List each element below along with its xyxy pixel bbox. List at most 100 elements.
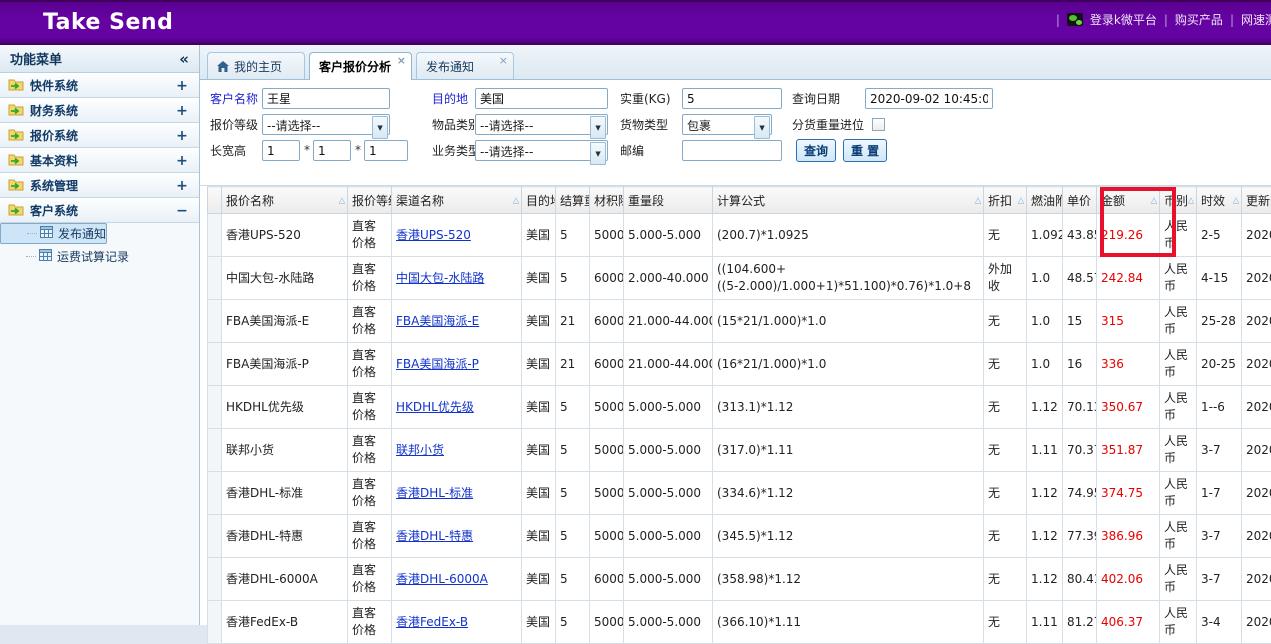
- weight-input[interactable]: [682, 88, 782, 109]
- query-date-input[interactable]: [865, 88, 993, 109]
- dest-cell: 美国: [522, 386, 556, 429]
- amount-cell: 242.84: [1097, 257, 1160, 300]
- zip-input[interactable]: [682, 140, 782, 161]
- buy-product-link[interactable]: 购买产品: [1175, 11, 1223, 28]
- sel-cell: [208, 472, 222, 515]
- aging-cell: 2-5: [1197, 214, 1242, 257]
- channel-link[interactable]: 香港DHL-特惠: [396, 529, 473, 543]
- quote-grade-select[interactable]: --请选择-- ▼: [262, 114, 390, 135]
- sidebar-section-label: 快件系统: [30, 77, 175, 94]
- height-input[interactable]: [364, 140, 408, 161]
- volume-cell: 6000: [590, 343, 624, 386]
- grade-cell: 直客价格: [348, 472, 392, 515]
- close-icon[interactable]: ×: [499, 56, 508, 66]
- formula-cell: (366.10)*1.11: [713, 601, 984, 644]
- expand-toggle-icon[interactable]: −: [175, 203, 189, 219]
- sort-icon[interactable]: △: [513, 196, 519, 205]
- channel-link[interactable]: 联邦小货: [396, 443, 444, 457]
- currency-cell: 人民币: [1160, 343, 1197, 386]
- sort-icon[interactable]: △: [339, 196, 345, 205]
- sidebar-section-5[interactable]: 客户系统−: [0, 198, 199, 223]
- sidebar-section-3[interactable]: 基本资料+: [0, 148, 199, 173]
- search-button[interactable]: 查询: [796, 139, 836, 162]
- dest-cell: 美国: [522, 601, 556, 644]
- channel-link[interactable]: 香港DHL-6000A: [396, 572, 488, 586]
- expand-toggle-icon[interactable]: +: [175, 103, 189, 119]
- fuel-cell: 1.0: [1027, 343, 1063, 386]
- col-header-discount[interactable]: 折扣△: [984, 187, 1027, 214]
- expand-toggle-icon[interactable]: +: [175, 128, 189, 144]
- item-type-select[interactable]: --请选择-- ▼: [475, 114, 608, 135]
- tab-my-home[interactable]: 我的主页: [207, 52, 305, 79]
- name-cell: 香港FedEx-B: [222, 601, 348, 644]
- amount-cell: 386.96: [1097, 515, 1160, 558]
- destination-input[interactable]: [475, 88, 608, 109]
- aging-cell: 20-25: [1197, 343, 1242, 386]
- sort-icon[interactable]: △: [975, 196, 981, 205]
- channel-link[interactable]: FBA美国海派-P: [396, 357, 479, 371]
- fuel-cell: 1.11: [1027, 429, 1063, 472]
- channel-link[interactable]: 香港DHL-标准: [396, 486, 473, 500]
- expand-toggle-icon[interactable]: +: [175, 153, 189, 169]
- sort-icon[interactable]: △: [1018, 196, 1024, 205]
- col-header-label: 重量段: [628, 194, 664, 208]
- speed-test-link[interactable]: 网速测试: [1241, 11, 1271, 28]
- col-header-range: 重量段: [624, 187, 713, 214]
- sidebar-header: 功能菜单 «: [0, 45, 199, 73]
- currency-cell: 人民币: [1160, 601, 1197, 644]
- business-type-select[interactable]: --请选择-- ▼: [475, 140, 608, 161]
- channel-link[interactable]: HKDHL优先级: [396, 400, 474, 414]
- sidebar-title: 功能菜单: [10, 49, 62, 68]
- expand-toggle-icon[interactable]: +: [175, 178, 189, 194]
- updated-cell: 2020: [1242, 601, 1271, 644]
- wechat-icon: [1067, 13, 1083, 26]
- tab-quote-analysis[interactable]: 客户报价分析 ×: [309, 52, 412, 80]
- chevron-down-icon[interactable]: ▼: [372, 116, 388, 139]
- col-header-label: 结算重量: [560, 194, 590, 208]
- grade-cell: 直客价格: [348, 214, 392, 257]
- col-header-channel[interactable]: 渠道名称△: [392, 187, 522, 214]
- sidebar-subitem-2[interactable]: 运费试算记录: [0, 245, 199, 267]
- table-row: HKDHL优先级直客价格HKDHL优先级美国550005.000-5.000(3…: [208, 386, 1271, 429]
- amount-cell: 350.67: [1097, 386, 1160, 429]
- login-kwei-link[interactable]: 登录k微平台: [1090, 11, 1157, 28]
- chevron-down-icon[interactable]: ▼: [590, 142, 606, 165]
- close-icon[interactable]: ×: [397, 56, 406, 66]
- chevron-down-icon[interactable]: ▼: [754, 116, 770, 139]
- col-header-name[interactable]: 报价名称△: [222, 187, 348, 214]
- settle-cell: 5: [556, 558, 590, 601]
- channel-link[interactable]: FBA美国海派-E: [396, 314, 479, 328]
- formula-cell: (200.7)*1.0925: [713, 214, 984, 257]
- sidebar-section-2[interactable]: 报价系统+: [0, 123, 199, 148]
- collapse-sidebar-icon[interactable]: «: [179, 50, 189, 68]
- sidebar-subitem-0[interactable]: 发布通知: [0, 223, 107, 244]
- grid-icon: [39, 249, 57, 264]
- customer-name-input[interactable]: [262, 88, 390, 109]
- split-weight-checkbox[interactable]: [872, 118, 885, 131]
- channel-link[interactable]: 中国大包-水陆路: [396, 271, 484, 285]
- reset-button[interactable]: 重 置: [843, 139, 887, 162]
- col-header-volume: 材积除: [590, 187, 624, 214]
- sidebar-section-0[interactable]: 快件系统+: [0, 73, 199, 98]
- sort-icon[interactable]: △: [1188, 196, 1194, 205]
- customer-name-label: 客户名称: [210, 89, 258, 109]
- col-header-formula[interactable]: 计算公式△: [713, 187, 984, 214]
- tab-publish-notice[interactable]: 发布通知 ×: [416, 52, 514, 79]
- range-cell: 5.000-5.000: [624, 601, 713, 644]
- col-header-aging[interactable]: 时效△: [1197, 187, 1242, 214]
- sel-cell: [208, 429, 222, 472]
- width-input[interactable]: [313, 140, 351, 161]
- sidebar-section-4[interactable]: 系统管理+: [0, 173, 199, 198]
- col-header-unit: 单价: [1063, 187, 1097, 214]
- channel-link[interactable]: 香港UPS-520: [396, 228, 471, 242]
- currency-cell: 人民币: [1160, 472, 1197, 515]
- cargo-type-select[interactable]: 包裹 ▼: [682, 114, 772, 135]
- discount-cell: 无: [984, 214, 1027, 257]
- expand-toggle-icon[interactable]: +: [175, 78, 189, 94]
- channel-link[interactable]: 香港FedEx-B: [396, 615, 468, 629]
- length-input[interactable]: [262, 140, 300, 161]
- sort-icon[interactable]: △: [1233, 196, 1239, 205]
- dest-cell: 美国: [522, 472, 556, 515]
- sidebar-section-1[interactable]: 财务系统+: [0, 98, 199, 123]
- chevron-down-icon[interactable]: ▼: [590, 116, 606, 139]
